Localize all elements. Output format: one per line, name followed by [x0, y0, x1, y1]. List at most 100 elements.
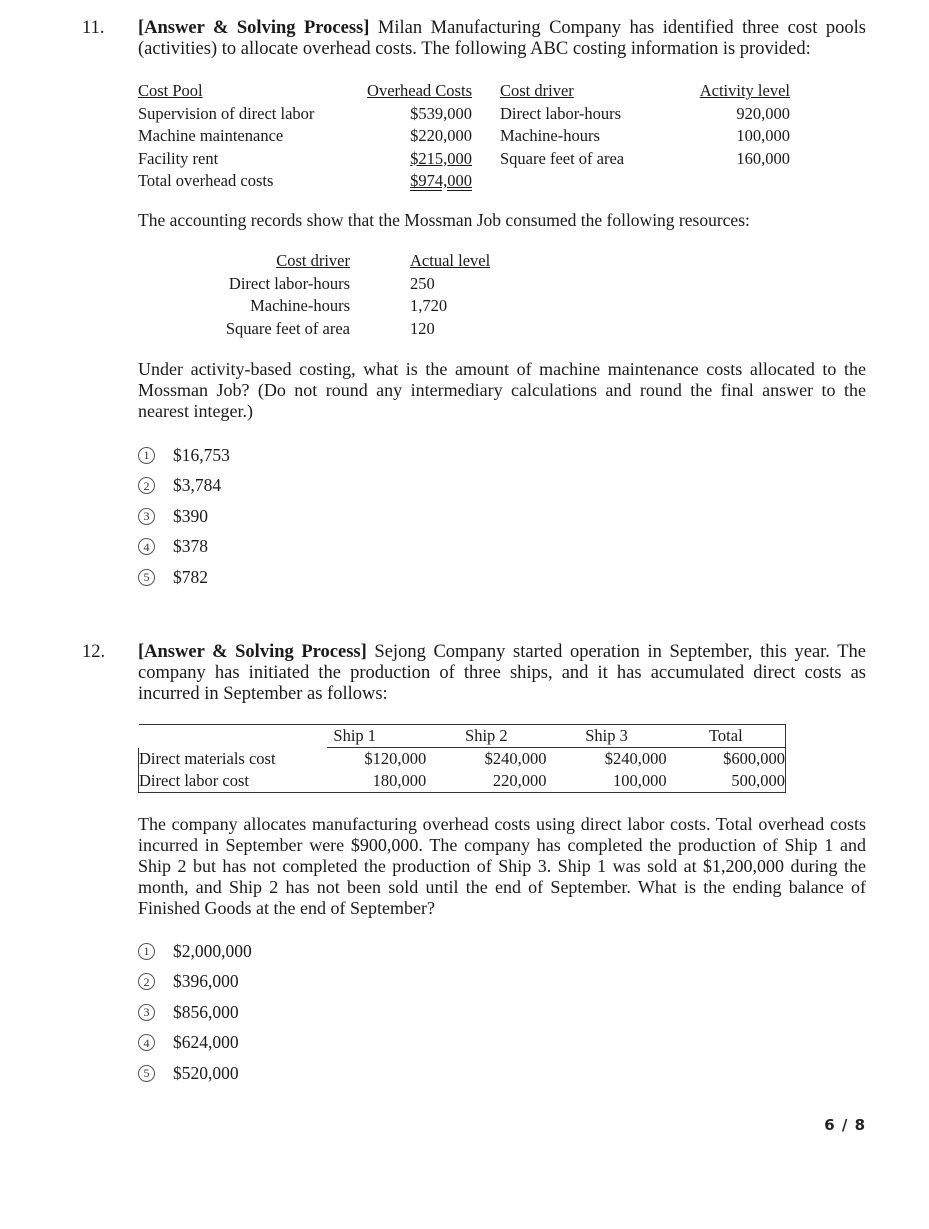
total-overhead-cost-cell: $974,000 — [410, 171, 472, 190]
option-text: $2,000,000 — [173, 940, 252, 961]
option-text: $378 — [173, 536, 208, 557]
ship-1-cell: 180,000 — [372, 771, 427, 790]
col-header-overhead-costs: Overhead Costs — [367, 81, 472, 100]
answer-option-1[interactable]: 1 $16,753 — [138, 440, 230, 471]
col-header-ship-3: Ship 3 — [546, 724, 667, 748]
col-header-blank — [139, 725, 328, 748]
table-row: Direct labor cost 180,000 220,000 100,00… — [138, 770, 786, 793]
table-row: Direct labor-hours 250 — [200, 273, 490, 296]
answer-option-5[interactable]: 5 $520,000 — [138, 1058, 252, 1089]
ship-2-cell: $240,000 — [484, 749, 547, 768]
overhead-cost-cell: $215,000 — [410, 148, 472, 168]
page-number: 6 / 8 — [824, 1116, 865, 1134]
question-11-options: 1 $16,753 2 $3,784 3 $390 4 $378 5 $782 — [138, 440, 230, 593]
cost-driver-cell: Direct labor-hours — [500, 103, 622, 123]
actual-level-cell: 120 — [410, 318, 435, 338]
overhead-cost-cell: $539,000 — [410, 103, 472, 123]
ship-direct-costs-table: Ship 1 Ship 2 Ship 3 Total Direct materi… — [138, 724, 786, 793]
cost-driver-cell: Direct labor-hours — [228, 273, 350, 293]
total-cell: 500,000 — [731, 771, 785, 790]
col-header-ship-1: Ship 1 — [327, 724, 427, 748]
cost-driver-cell — [472, 170, 680, 193]
question-number: 12. — [82, 642, 106, 662]
cost-driver-cell: Machine-hours — [250, 296, 350, 315]
records-text: The accounting records show that the Mos… — [138, 210, 750, 230]
option-text: $396,000 — [173, 971, 239, 992]
option-number-icon: 4 — [138, 538, 155, 556]
cost-driver-cell: Machine-hours — [500, 126, 600, 145]
col-header-cost-driver: Cost driver — [276, 251, 350, 270]
option-text: $782 — [173, 566, 208, 587]
option-text: $856,000 — [173, 1001, 239, 1022]
table-row: Direct materials cost $120,000 $240,000 … — [138, 747, 786, 770]
question-tag: [Answer & Solving Process] — [138, 18, 370, 38]
table-row: Square feet of area 120 — [200, 318, 490, 341]
option-text: $390 — [173, 505, 208, 526]
ship-2-cell: 220,000 — [492, 771, 547, 790]
exam-page: 11. [Answer & Solving Process] Milan Manu… — [0, 0, 929, 1229]
records-paragraph: The accounting records show that the Mos… — [138, 210, 866, 231]
option-number-icon: 4 — [138, 1034, 155, 1052]
option-number-icon: 5 — [138, 1064, 155, 1082]
row-label: Direct materials cost — [138, 747, 328, 770]
abc-costing-table: Cost Pool Overhead Costs Cost driver Act… — [138, 80, 790, 193]
table-row: Machine-hours 1,720 — [200, 295, 490, 318]
option-number-icon: 3 — [138, 1003, 155, 1021]
ship-3-cell: $240,000 — [604, 749, 667, 768]
option-number-icon: 1 — [138, 446, 155, 464]
answer-option-4[interactable]: 4 $624,000 — [138, 1028, 252, 1059]
cost-pool-cell: Facility rent — [138, 148, 219, 168]
answer-option-5[interactable]: 5 $782 — [138, 562, 230, 593]
option-text: $16,753 — [173, 444, 230, 465]
question-tag: [Answer & Solving Process] — [138, 642, 367, 662]
col-header-activity-level: Activity level — [699, 81, 790, 100]
question-number: 11. — [82, 18, 105, 38]
cost-pool-cell: Supervision of direct labor — [138, 103, 315, 123]
table-row: Facility rent $215,000 Square feet of ar… — [138, 148, 790, 171]
option-number-icon: 1 — [138, 942, 155, 960]
question-11-header: 11. [Answer & Solving Process] Milan Manu… — [82, 18, 866, 60]
col-header-cost-pool: Cost Pool — [138, 81, 203, 100]
question-12-header: 12. [Answer & Solving Process] Sejong Com… — [82, 642, 866, 705]
actual-level-cell: 250 — [410, 273, 435, 293]
answer-option-2[interactable]: 2 $3,784 — [138, 471, 230, 502]
question-12-options: 1 $2,000,000 2 $396,000 3 $856,000 4 $624,00… — [138, 936, 252, 1089]
option-number-icon: 2 — [138, 973, 155, 991]
resource-consumption-table: Cost driver Actual level Direct labor-ho… — [200, 250, 490, 340]
option-number-icon: 3 — [138, 507, 155, 525]
table-row-total: Total overhead costs $974,000 — [138, 170, 790, 193]
answer-option-4[interactable]: 4 $378 — [138, 532, 230, 563]
cost-driver-cell: Square feet of area — [500, 148, 625, 168]
option-text: $520,000 — [173, 1062, 239, 1083]
col-header-total: Total — [666, 724, 786, 748]
question-text: The company allocates manufacturing over… — [138, 814, 866, 918]
activity-level-cell: 160,000 — [736, 148, 790, 168]
cost-driver-cell: Square feet of area — [225, 318, 350, 338]
table-row: Supervision of direct labor $539,000 Dir… — [138, 103, 790, 126]
option-number-icon: 2 — [138, 477, 155, 495]
answer-option-3[interactable]: 3 $390 — [138, 501, 230, 532]
table-row: Machine maintenance $220,000 Machine-hou… — [138, 125, 790, 148]
ship-1-cell: $120,000 — [364, 749, 427, 768]
cost-pool-cell: Machine maintenance — [138, 126, 284, 145]
option-text: $624,000 — [173, 1032, 239, 1053]
question-11-prompt: Under activity-based costing, what is th… — [138, 359, 866, 422]
question-12-prompt: The company allocates manufacturing over… — [138, 814, 866, 919]
col-header-actual-level: Actual level — [410, 251, 491, 270]
activity-level-cell: 920,000 — [736, 103, 790, 123]
overhead-cost-cell: $220,000 — [410, 126, 472, 145]
ship-3-cell: 100,000 — [613, 771, 667, 790]
answer-option-2[interactable]: 2 $396,000 — [138, 967, 252, 998]
option-number-icon: 5 — [138, 568, 155, 586]
answer-option-3[interactable]: 3 $856,000 — [138, 997, 252, 1028]
actual-level-cell: 1,720 — [410, 296, 448, 315]
option-text: $3,784 — [173, 475, 222, 496]
activity-level-cell — [680, 170, 790, 193]
total-cell: $600,000 — [723, 749, 785, 768]
activity-level-cell: 100,000 — [736, 126, 790, 145]
answer-option-1[interactable]: 1 $2,000,000 — [138, 936, 252, 967]
question-text: Under activity-based costing, what is th… — [138, 359, 866, 421]
col-header-ship-2: Ship 2 — [426, 724, 547, 748]
col-header-cost-driver: Cost driver — [500, 81, 574, 100]
cost-pool-cell: Total overhead costs — [138, 171, 274, 190]
